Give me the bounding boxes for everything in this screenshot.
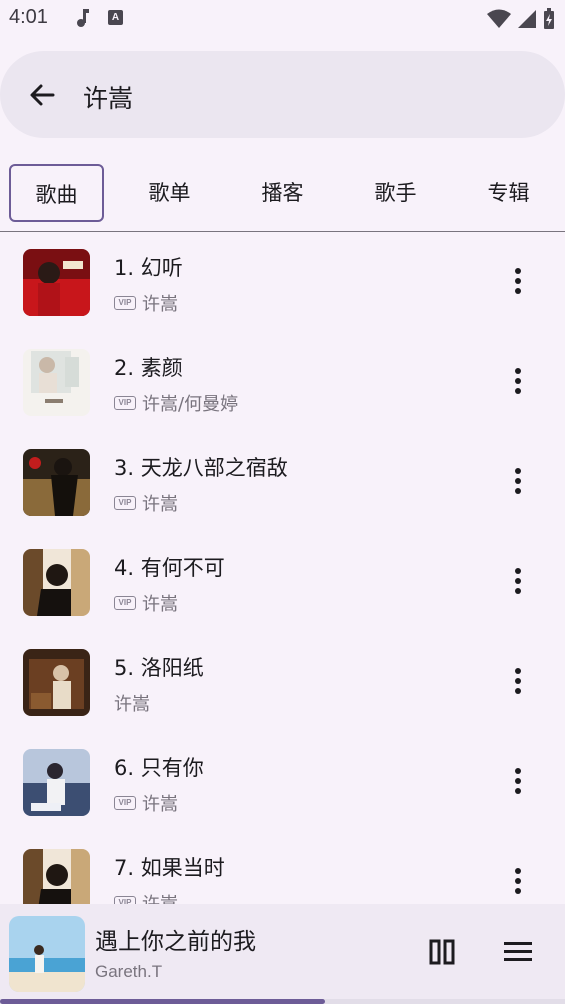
song-title: 6. 只有你 (114, 756, 204, 780)
keyboard-a-icon: A (108, 10, 123, 25)
song-list: 1. 幻听 VIP 许嵩 2. 素颜 VIP 许嵩/何曼婷 3. 天龙八部之宿敌… (0, 232, 565, 904)
song-title: 4. 有何不可 (114, 556, 225, 580)
more-options-icon[interactable] (508, 566, 528, 598)
tab-songs[interactable]: 歌曲 (9, 164, 104, 222)
now-playing-artist: Gareth.T (95, 962, 163, 981)
playback-progress[interactable] (0, 999, 565, 1004)
tab-playlists[interactable]: 歌单 (122, 164, 217, 222)
vip-badge: VIP (114, 396, 136, 410)
song-subtitle: VIP 许嵩 (114, 590, 178, 616)
more-options-icon[interactable] (508, 666, 528, 698)
song-subtitle: 许嵩 (114, 690, 150, 716)
pause-icon[interactable] (428, 938, 456, 966)
album-cover (23, 849, 90, 904)
wifi-icon (487, 9, 511, 28)
song-row[interactable]: 6. 只有你 VIP 许嵩 (0, 732, 565, 832)
song-subtitle: VIP 许嵩 (114, 490, 178, 516)
playlist-queue-icon[interactable] (502, 938, 534, 966)
song-artist: 许嵩 (142, 494, 178, 515)
more-options-icon[interactable] (508, 366, 528, 398)
more-options-icon[interactable] (508, 266, 528, 298)
song-row[interactable]: 1. 幻听 VIP 许嵩 (0, 232, 565, 332)
tab-podcasts[interactable]: 播客 (235, 164, 330, 222)
vip-badge: VIP (114, 596, 136, 610)
album-cover (23, 349, 90, 416)
song-artist: 许嵩 (142, 794, 178, 815)
song-artist: 许嵩/何曼婷 (142, 394, 239, 415)
song-row[interactable]: 7. 如果当时 VIP 许嵩 (0, 832, 565, 904)
album-cover (23, 449, 90, 516)
vip-badge: VIP (114, 296, 136, 310)
music-note-icon (77, 9, 89, 27)
status-time: 4:01 (9, 6, 48, 28)
album-cover (23, 649, 90, 716)
song-title: 1. 幻听 (114, 256, 183, 280)
more-options-icon[interactable] (508, 866, 528, 898)
search-input[interactable]: 许嵩 (83, 79, 133, 115)
song-row[interactable]: 5. 洛阳纸 许嵩 (0, 632, 565, 732)
tab-albums[interactable]: 专辑 (461, 164, 556, 222)
mini-player[interactable]: 遇上你之前的我 Gareth.T (0, 904, 565, 1004)
song-subtitle: VIP 许嵩/何曼婷 (114, 390, 238, 416)
song-subtitle: VIP 许嵩 (114, 790, 178, 816)
song-subtitle: VIP 许嵩 (114, 290, 178, 316)
vip-badge: VIP (114, 896, 136, 904)
song-artist: 许嵩 (142, 594, 178, 615)
tab-artists[interactable]: 歌手 (348, 164, 443, 222)
song-title: 7. 如果当时 (114, 856, 225, 880)
song-row[interactable]: 3. 天龙八部之宿敌 VIP 许嵩 (0, 432, 565, 532)
search-tabs: 歌曲 歌单 播客 歌手 专辑 (0, 164, 565, 232)
more-options-icon[interactable] (508, 766, 528, 798)
playback-progress-fill (0, 999, 325, 1004)
song-artist: 许嵩 (114, 694, 150, 715)
now-playing-title: 遇上你之前的我 (95, 929, 256, 955)
song-subtitle: VIP 许嵩 (114, 890, 178, 904)
song-title: 3. 天龙八部之宿敌 (114, 456, 288, 480)
album-cover (23, 749, 90, 816)
signal-icon (518, 10, 536, 28)
battery-icon (544, 8, 554, 29)
search-bar[interactable]: 许嵩 (0, 51, 565, 138)
status-bar: 4:01 A (0, 0, 565, 38)
album-cover (23, 249, 90, 316)
song-row[interactable]: 2. 素颜 VIP 许嵩/何曼婷 (0, 332, 565, 432)
vip-badge: VIP (114, 796, 136, 810)
album-cover (23, 549, 90, 616)
song-title: 2. 素颜 (114, 356, 183, 380)
vip-badge: VIP (114, 496, 136, 510)
more-options-icon[interactable] (508, 466, 528, 498)
status-icons (487, 8, 555, 30)
song-artist: 许嵩 (142, 890, 178, 904)
back-arrow-icon[interactable] (24, 77, 60, 113)
song-artist: 许嵩 (142, 294, 178, 315)
now-playing-cover (9, 916, 85, 992)
song-title: 5. 洛阳纸 (114, 656, 204, 680)
song-row[interactable]: 4. 有何不可 VIP 许嵩 (0, 532, 565, 632)
